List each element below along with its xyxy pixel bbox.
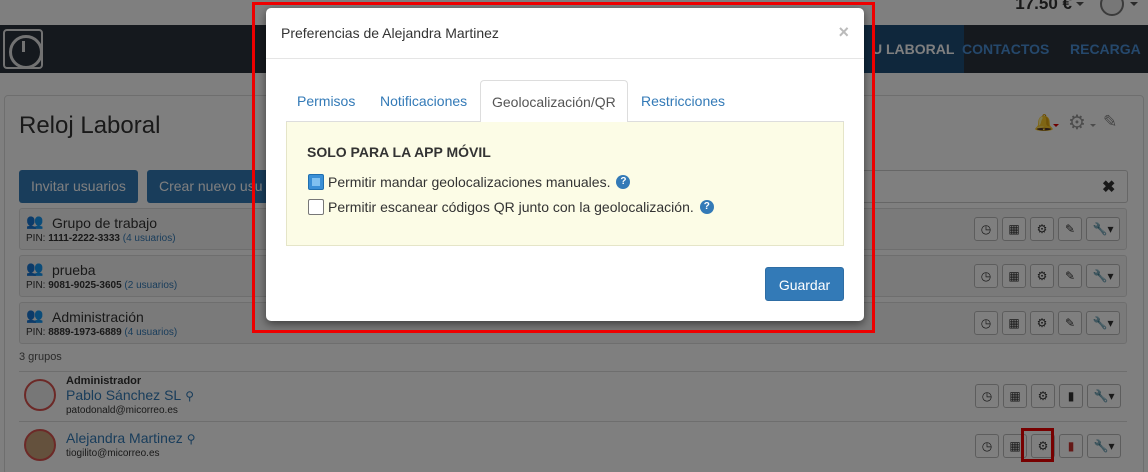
highlight-modal-box bbox=[252, 2, 875, 333]
